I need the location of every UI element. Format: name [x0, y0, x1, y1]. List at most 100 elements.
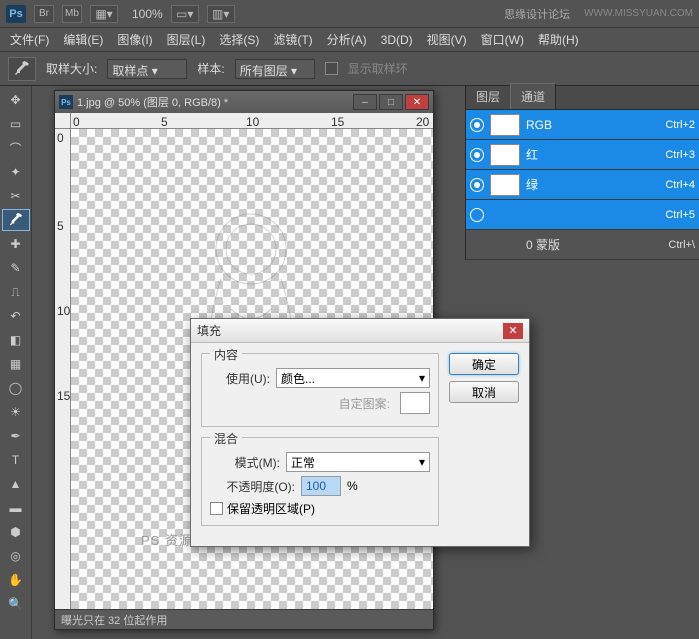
sample-label: 样本:	[197, 60, 224, 77]
3d-cam-icon[interactable]: ◎	[2, 545, 30, 567]
channel-green[interactable]: 绿 Ctrl+4	[466, 170, 699, 200]
opacity-label: 不透明度(O):	[210, 478, 295, 495]
tab-channels[interactable]: 通道	[510, 83, 556, 109]
preserve-label: 保留透明区域(P)	[227, 500, 315, 517]
minimize-button[interactable]: –	[353, 94, 377, 110]
heal-tool-icon[interactable]: ✚	[2, 233, 30, 255]
menu-analysis[interactable]: 分析(A)	[321, 29, 373, 50]
fill-dialog: 填充 ✕ 内容 使用(U): 颜色...▾ 自定图案: 混合	[190, 318, 530, 547]
sample-size-select[interactable]: 取样点 ▾	[107, 59, 187, 79]
path-select-icon[interactable]: ▲	[2, 473, 30, 495]
channel-rgb[interactable]: RGB Ctrl+2	[466, 110, 699, 140]
minibridge-icon[interactable]: Mb	[62, 5, 82, 23]
shape-tool-icon[interactable]: ▬	[2, 497, 30, 519]
dialog-titlebar[interactable]: 填充 ✕	[191, 319, 529, 343]
move-tool-icon[interactable]: ✥	[2, 89, 30, 111]
ruler-horizontal[interactable]: 0 5 10 15 20	[71, 113, 433, 129]
dialog-title: 填充	[197, 322, 503, 339]
eyedropper-tool-icon[interactable]	[2, 209, 30, 231]
eye-icon[interactable]	[470, 118, 484, 132]
menu-layer[interactable]: 图层(L)	[161, 29, 212, 50]
channels-panel: 图层 通道 RGB Ctrl+2 红 Ctrl+3 绿 Ctrl+4	[465, 86, 699, 260]
bridge-icon[interactable]: Br	[34, 5, 54, 23]
app-topbar: Ps Br Mb ▦▾ 100% ▭▾ ▥▾ 思缘设计论坛 WWW.MISSYU…	[0, 0, 699, 28]
menubar: 文件(F) 编辑(E) 图像(I) 图层(L) 选择(S) 滤镜(T) 分析(A…	[0, 28, 699, 52]
ruler-vertical[interactable]: 0 5 10 15	[55, 129, 71, 609]
blend-legend: 混合	[210, 430, 242, 447]
ps-logo-icon: Ps	[6, 5, 26, 23]
zoom-display[interactable]: 100%	[132, 7, 163, 21]
cancel-button[interactable]: 取消	[449, 381, 519, 403]
sample-select[interactable]: 所有图层 ▾	[235, 59, 315, 79]
ruler-corner	[55, 113, 71, 129]
close-button[interactable]: ✕	[405, 94, 429, 110]
use-label: 使用(U):	[210, 370, 270, 387]
blend-fieldset: 混合 模式(M): 正常▾ 不透明度(O): % 保留透明区域(P)	[201, 437, 439, 526]
menu-view[interactable]: 视图(V)	[421, 29, 473, 50]
type-tool-icon[interactable]: T	[2, 449, 30, 471]
menu-3d[interactable]: 3D(D)	[375, 31, 419, 49]
channel-thumb	[490, 174, 520, 196]
preserve-checkbox[interactable]	[210, 502, 223, 515]
screen-mode-icon[interactable]: ▭▾	[171, 5, 199, 23]
document-titlebar[interactable]: Ps 1.jpg @ 50% (图层 0, RGB/8) * – □ ✕	[55, 91, 433, 113]
menu-select[interactable]: 选择(S)	[213, 29, 265, 50]
channel-thumb	[490, 144, 520, 166]
channel-list: RGB Ctrl+2 红 Ctrl+3 绿 Ctrl+4 Ctrl+5	[466, 110, 699, 260]
doc-ps-icon: Ps	[59, 95, 73, 109]
docs-arrange-icon[interactable]: ▦▾	[90, 5, 118, 23]
channel-mask[interactable]: 0 蒙版 Ctrl+\	[466, 230, 699, 260]
3d-tool-icon[interactable]: ⬢	[2, 521, 30, 543]
show-ring-checkbox[interactable]	[325, 62, 338, 75]
brush-tool-icon[interactable]: ✎	[2, 257, 30, 279]
pen-tool-icon[interactable]: ✒	[2, 425, 30, 447]
eye-icon[interactable]	[470, 178, 484, 192]
toolbox: ✥ ▭ ⌒ ✦ ✂ ✚ ✎ ⎍ ↶ ◧ ▦ ◯ ☀ ✒ T ▲ ▬ ⬢ ◎ ✋ …	[0, 86, 32, 639]
pattern-swatch	[400, 392, 430, 414]
blur-tool-icon[interactable]: ◯	[2, 377, 30, 399]
dodge-tool-icon[interactable]: ☀	[2, 401, 30, 423]
marquee-tool-icon[interactable]: ▭	[2, 113, 30, 135]
menu-file[interactable]: 文件(F)	[4, 29, 55, 50]
extras-icon[interactable]: ▥▾	[207, 5, 235, 23]
menu-image[interactable]: 图像(I)	[111, 29, 158, 50]
eyedropper-icon[interactable]	[8, 57, 36, 81]
forum-url: WWW.MISSYUAN.COM	[584, 8, 693, 19]
menu-edit[interactable]: 编辑(E)	[57, 29, 109, 50]
use-select[interactable]: 颜色...▾	[276, 368, 430, 388]
content-legend: 内容	[210, 346, 242, 363]
menu-help[interactable]: 帮助(H)	[532, 29, 585, 50]
document-title: 1.jpg @ 50% (图层 0, RGB/8) *	[77, 94, 353, 110]
channel-red[interactable]: 红 Ctrl+3	[466, 140, 699, 170]
wand-tool-icon[interactable]: ✦	[2, 161, 30, 183]
dialog-close-button[interactable]: ✕	[503, 323, 523, 339]
opacity-input[interactable]	[301, 476, 341, 496]
eye-icon[interactable]	[470, 208, 484, 222]
ok-button[interactable]: 确定	[449, 353, 519, 375]
crop-tool-icon[interactable]: ✂	[2, 185, 30, 207]
zoom-tool-icon[interactable]: 🔍	[2, 593, 30, 615]
options-bar: 取样大小: 取样点 ▾ 样本: 所有图层 ▾ 显示取样环	[0, 52, 699, 86]
gradient-tool-icon[interactable]: ▦	[2, 353, 30, 375]
eraser-tool-icon[interactable]: ◧	[2, 329, 30, 351]
channel-thumb	[490, 114, 520, 136]
document-status: 曝光只在 32 位起作用	[55, 609, 433, 629]
show-ring-label: 显示取样环	[348, 60, 408, 77]
stamp-tool-icon[interactable]: ⎍	[2, 281, 30, 303]
menu-filter[interactable]: 滤镜(T)	[267, 29, 318, 50]
hand-tool-icon[interactable]: ✋	[2, 569, 30, 591]
menu-window[interactable]: 窗口(W)	[475, 29, 530, 50]
forum-text: 思缘设计论坛	[504, 6, 570, 22]
channel-blue[interactable]: Ctrl+5	[466, 200, 699, 230]
tab-layers[interactable]: 图层	[466, 84, 510, 109]
opacity-unit: %	[347, 479, 358, 493]
pattern-label: 自定图案:	[290, 395, 390, 412]
lasso-tool-icon[interactable]: ⌒	[2, 137, 30, 159]
mode-label: 模式(M):	[210, 454, 280, 471]
maximize-button[interactable]: □	[379, 94, 403, 110]
sample-size-label: 取样大小:	[46, 60, 97, 77]
history-brush-icon[interactable]: ↶	[2, 305, 30, 327]
mode-select[interactable]: 正常▾	[286, 452, 430, 472]
content-fieldset: 内容 使用(U): 颜色...▾ 自定图案:	[201, 353, 439, 427]
eye-icon[interactable]	[470, 148, 484, 162]
